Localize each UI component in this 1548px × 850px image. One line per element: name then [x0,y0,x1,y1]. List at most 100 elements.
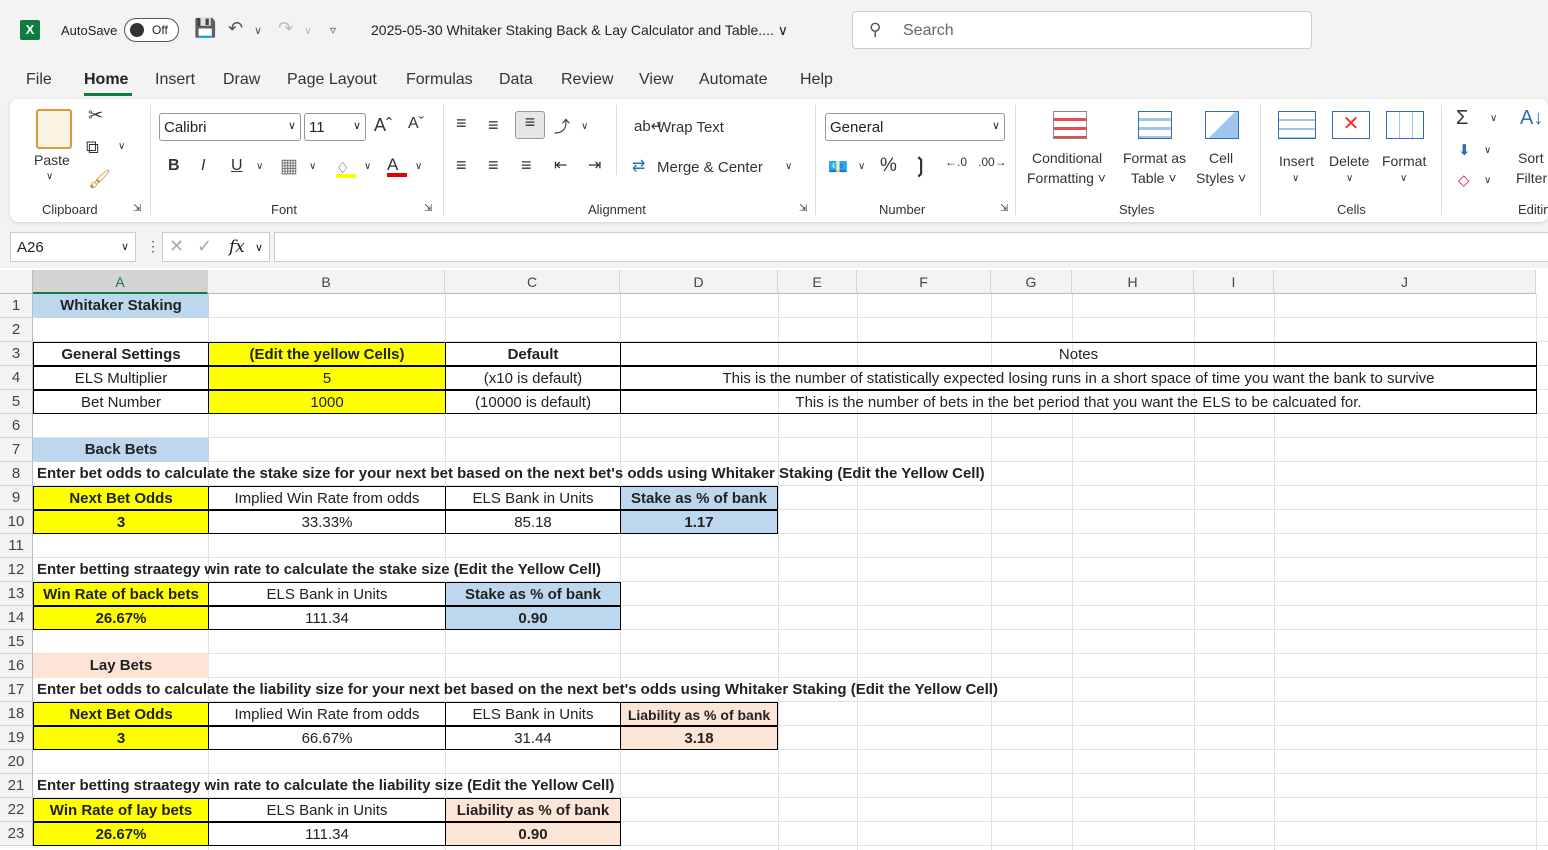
cell-a4[interactable]: ELS Multiplier [33,366,209,390]
cell-c4[interactable]: (x10 is default) [445,366,621,390]
cell-b10[interactable]: 33.33% [208,510,446,534]
cell-a12[interactable]: Enter betting straategy win rate to calc… [33,558,653,582]
cell-c9[interactable]: ELS Bank in Units [445,486,621,510]
cell-a9[interactable]: Next Bet Odds [33,486,209,510]
align-center-icon[interactable]: ≡ [488,155,499,176]
row-header-13[interactable]: 13 [0,582,33,606]
delete-dropdown-icon[interactable]: ∨ [1346,173,1353,184]
cell-a22[interactable]: Win Rate of lay bets [33,798,209,822]
row-header-7[interactable]: 7 [0,438,33,462]
document-title[interactable]: 2025-05-30 Whitaker Staking Back & Lay C… [371,22,788,39]
cell-b13[interactable]: ELS Bank in Units [208,582,446,606]
row-header-2[interactable]: 2 [0,318,33,342]
insert-cells-label[interactable]: Insert [1279,153,1314,169]
increase-indent-icon[interactable]: ⇥ [588,155,601,175]
comma-style-icon[interactable]: ❳ [912,153,929,178]
cell-b4[interactable]: 5 [208,366,446,390]
row-header-14[interactable]: 14 [0,606,33,630]
bold-button[interactable]: B [168,157,180,175]
cell-a19[interactable]: 3 [33,726,209,750]
format-painter-icon[interactable]: 🖌 [88,169,111,190]
column-header-f[interactable]: F [857,270,991,294]
conditional-formatting-icon[interactable] [1053,111,1087,139]
enter-icon[interactable]: ✓ [197,236,212,257]
cell-a17[interactable]: Enter bet odds to calculate the liabilit… [33,678,1063,702]
sort-filter-icon[interactable]: A↓ [1520,107,1543,130]
format-cells-label[interactable]: Format [1382,153,1426,169]
cell-b9[interactable]: Implied Win Rate from odds [208,486,446,510]
cell-a7[interactable]: Back Bets [33,438,209,462]
cell-styles-icon[interactable] [1205,111,1239,139]
cell-a1[interactable]: Whitaker Staking [33,294,209,318]
undo-icon[interactable]: ↶ [228,18,243,39]
row-header-17[interactable]: 17 [0,678,33,702]
tab-help[interactable]: Help [800,71,833,89]
paste-dropdown-icon[interactable]: ∨ [46,171,53,182]
fill-icon[interactable]: ⬇ [1458,141,1471,159]
tab-file[interactable]: File [26,71,52,89]
clear-icon[interactable]: ◇ [1458,171,1470,189]
formula-input[interactable] [274,232,1548,262]
conditional-formatting-label-2[interactable]: Formatting ˅ [1027,170,1106,186]
redo-dropdown-icon[interactable]: ∨ [304,24,312,37]
copy-dropdown-icon[interactable]: ∨ [118,141,125,152]
tab-draw[interactable]: Draw [223,71,260,89]
autosum-dropdown-icon[interactable]: ∨ [1490,113,1497,124]
cell-styles-label-2[interactable]: Styles ˅ [1196,170,1246,186]
cut-icon[interactable]: ✂ [88,105,103,126]
row-header-16[interactable]: 16 [0,654,33,678]
save-icon[interactable]: 💾 [194,18,216,39]
cell-a23[interactable]: 26.67% [33,822,209,846]
cell-d9[interactable]: Stake as % of bank [620,486,778,510]
fill-color-dropdown-icon[interactable]: ∨ [364,161,371,172]
tab-page-layout[interactable]: Page Layout [287,71,377,89]
column-header-j[interactable]: J [1274,270,1536,294]
orientation-dropdown-icon[interactable]: ∨ [581,121,588,132]
cell-c19[interactable]: 31.44 [445,726,621,750]
cell-a5[interactable]: Bet Number [33,390,209,414]
accounting-dropdown-icon[interactable]: ∨ [858,161,865,172]
row-header-6[interactable]: 6 [0,414,33,438]
cell-a21[interactable]: Enter betting straategy win rate to calc… [33,774,673,798]
font-size-combo[interactable]: 11 ∨ [304,113,366,141]
undo-dropdown-icon[interactable]: ∨ [254,24,262,37]
cell-c3[interactable]: Default [445,342,621,366]
insert-cells-icon[interactable] [1278,111,1316,139]
cell-d18[interactable]: Liability as % of bank [620,702,778,726]
column-header-b[interactable]: B [208,270,445,294]
align-left-icon[interactable]: ≡ [456,155,467,176]
increase-decimal-icon[interactable]: ←.0 [945,155,967,169]
row-header-12[interactable]: 12 [0,558,33,582]
row-header-15[interactable]: 15 [0,630,33,654]
row-header-10[interactable]: 10 [0,510,33,534]
delete-cells-icon[interactable]: ✕ [1332,111,1370,139]
merge-center-button[interactable]: Merge & Center [657,159,763,176]
align-top-icon[interactable]: ≡ [456,113,467,134]
percent-style-icon[interactable]: % [880,155,897,177]
row-header-21[interactable]: 21 [0,774,33,798]
merge-center-icon[interactable]: ⇄ [632,156,645,176]
row-header-9[interactable]: 9 [0,486,33,510]
row-header-20[interactable]: 20 [0,750,33,774]
row-header-18[interactable]: 18 [0,702,33,726]
row-header-5[interactable]: 5 [0,390,33,414]
column-header-h[interactable]: H [1072,270,1194,294]
cell-b23[interactable]: 111.34 [208,822,446,846]
font-launcher-icon[interactable]: ⇲ [424,203,432,214]
search-box[interactable]: ⚲ Search [852,11,1312,49]
cell-c10[interactable]: 85.18 [445,510,621,534]
more-options-icon[interactable]: ⋮ [146,238,160,255]
format-as-table-icon[interactable] [1138,111,1172,139]
cell-c22[interactable]: Liability as % of bank [445,798,621,822]
column-header-i[interactable]: I [1194,270,1274,294]
paste-label[interactable]: Paste [34,152,70,168]
tab-view[interactable]: View [639,71,673,89]
cell-c14[interactable]: 0.90 [445,606,621,630]
format-cells-icon[interactable] [1386,111,1424,139]
customize-toolbar-icon[interactable]: ▿ [330,23,336,37]
cell-b22[interactable]: ELS Bank in Units [208,798,446,822]
font-color-icon[interactable]: A [387,155,407,177]
tab-review[interactable]: Review [561,71,613,89]
sort-filter-label-2[interactable]: Filter [1516,170,1547,186]
orientation-icon[interactable]: ⤴ [554,113,570,137]
